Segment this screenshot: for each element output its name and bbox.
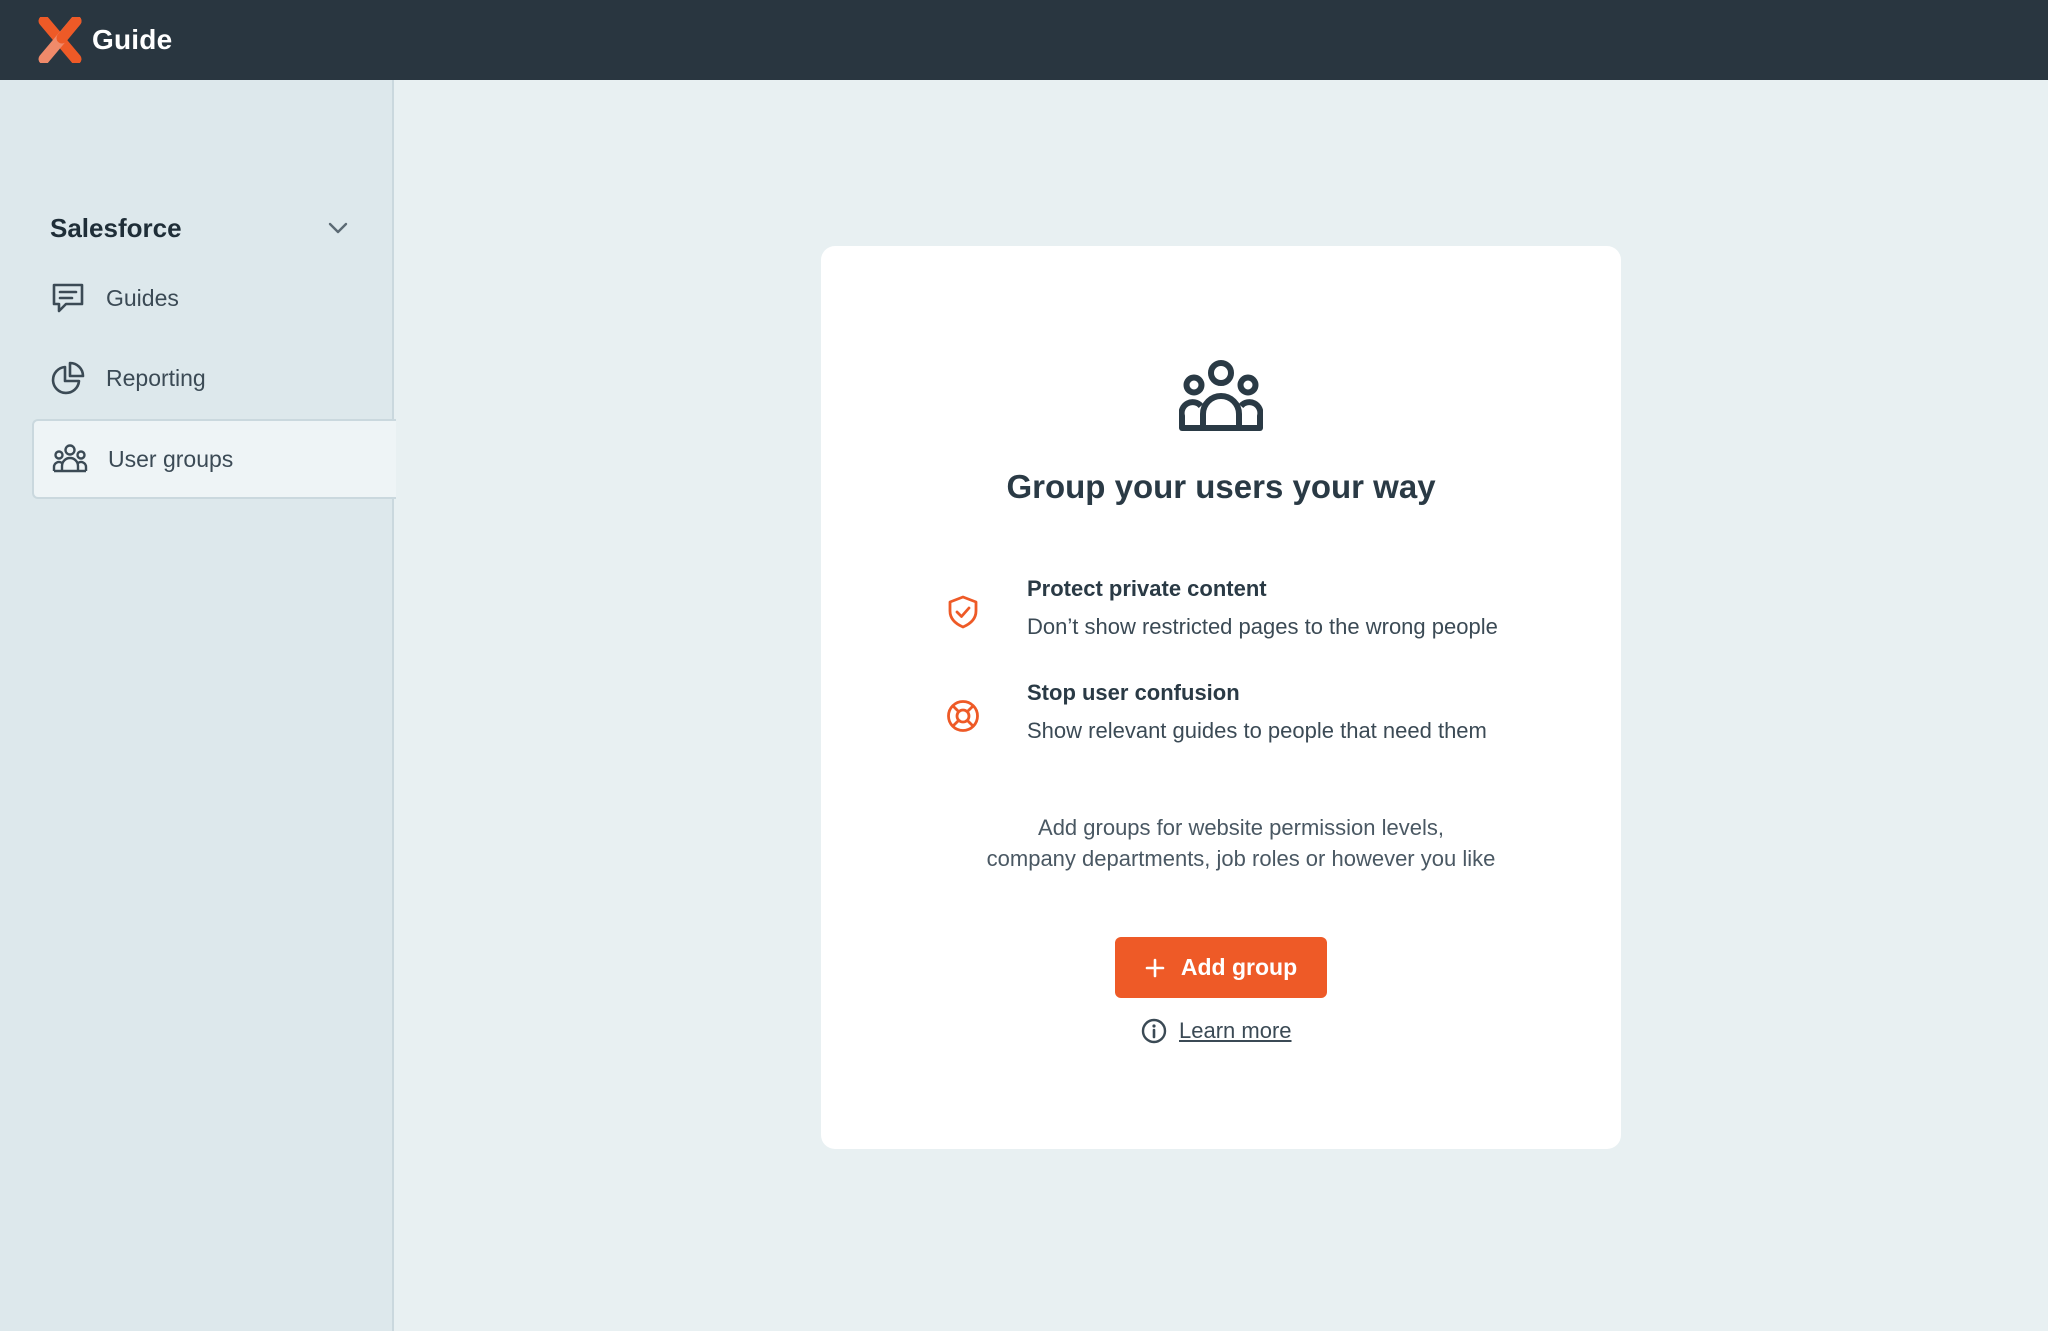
info-icon bbox=[1141, 1018, 1167, 1044]
users-icon bbox=[52, 441, 88, 477]
top-bar: Guide bbox=[0, 0, 2048, 80]
sidebar: Salesforce Guides Reporting User groups bbox=[0, 80, 396, 1331]
users-icon bbox=[1178, 358, 1264, 434]
pie-chart-icon bbox=[50, 360, 86, 396]
workspace-selector[interactable]: Salesforce bbox=[50, 208, 350, 248]
sidebar-item-reporting[interactable]: Reporting bbox=[32, 338, 396, 418]
message-icon bbox=[50, 280, 86, 316]
add-group-button[interactable]: Add group bbox=[1115, 937, 1327, 998]
benefit-description: Show relevant guides to people that need… bbox=[1027, 718, 1487, 743]
empty-state-heading: Group your users your way bbox=[1006, 468, 1436, 505]
app-title[interactable]: Guide bbox=[92, 24, 172, 56]
sidebar-item-label: Guides bbox=[106, 284, 179, 311]
add-group-label: Add group bbox=[1180, 954, 1298, 980]
chevron-down-icon bbox=[328, 222, 348, 234]
empty-state-note: Add groups for website permission levels… bbox=[881, 812, 1601, 874]
x-logo-icon[interactable] bbox=[38, 17, 82, 63]
workspace-name: Salesforce bbox=[50, 212, 182, 243]
sidebar-item-guides[interactable]: Guides bbox=[32, 258, 396, 338]
empty-state-card: Group your users your way Protect privat… bbox=[821, 246, 1621, 1149]
shield-check-icon bbox=[945, 594, 981, 630]
sidebar-item-user-groups[interactable]: User groups bbox=[32, 419, 396, 499]
benefit-title: Stop user confusion bbox=[1027, 680, 1240, 705]
benefit-title: Protect private content bbox=[1027, 576, 1267, 601]
learn-more-link[interactable]: Learn more bbox=[1179, 1018, 1292, 1044]
sidebar-item-label: Reporting bbox=[106, 364, 206, 391]
benefit-description: Don’t show restricted pages to the wrong… bbox=[1027, 614, 1498, 639]
lifebuoy-icon bbox=[945, 698, 981, 734]
learn-more-link-row[interactable]: Learn more bbox=[1141, 1014, 1292, 1048]
note-line: Add groups for website permission levels… bbox=[1038, 815, 1444, 840]
plus-icon bbox=[1145, 958, 1165, 977]
note-line: company departments, job roles or howeve… bbox=[986, 846, 1496, 871]
sidebar-item-label: User groups bbox=[108, 445, 234, 472]
